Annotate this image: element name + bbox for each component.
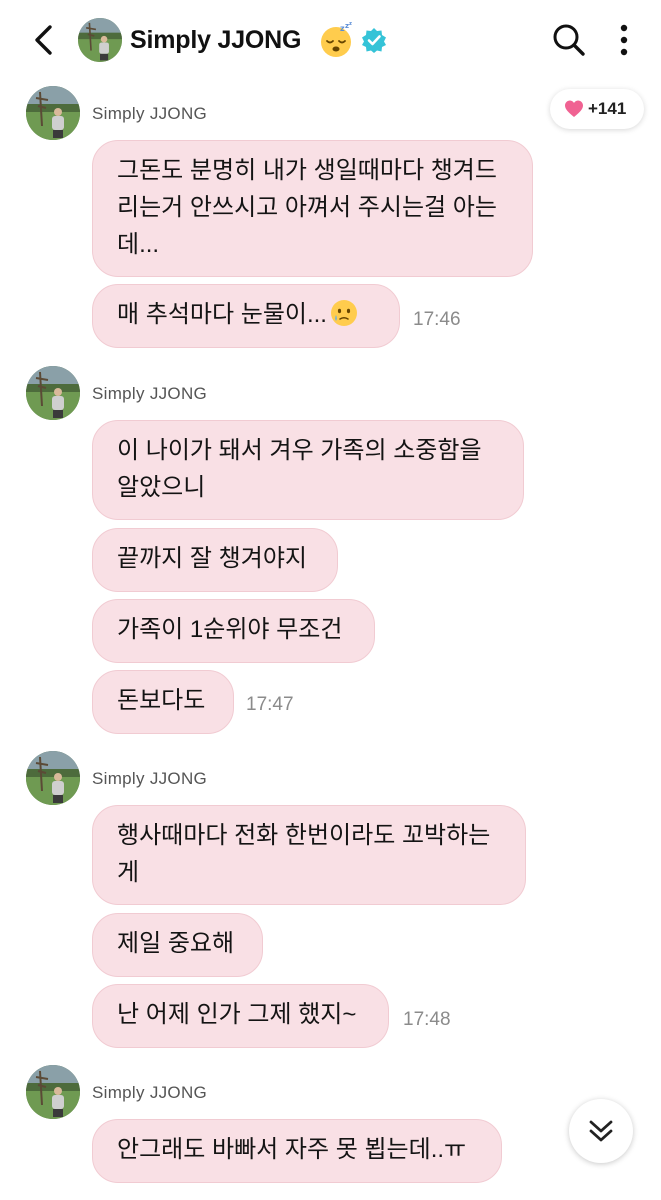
chat-header: Simply JJONG z z z	[0, 0, 661, 82]
profile-photo	[26, 1065, 80, 1119]
search-icon	[553, 24, 585, 56]
message-bubble[interactable]: 행사때마다 전화 한번이라도 꼬박하는게	[92, 805, 526, 905]
message-timestamp: 17:47	[246, 694, 294, 715]
sender-name: Simply JJONG	[92, 1083, 208, 1102]
avatar[interactable]	[26, 366, 80, 420]
sender-name: Simply JJONG	[92, 104, 208, 123]
verified-badge-icon	[362, 28, 386, 53]
heart-icon	[565, 100, 583, 117]
message-bubble[interactable]: 제일 중요해	[92, 913, 263, 977]
avatar[interactable]	[78, 18, 122, 62]
scroll-to-bottom-button[interactable]	[569, 1099, 633, 1163]
sender-name: Simply JJONG	[92, 769, 208, 788]
avatar[interactable]	[26, 86, 80, 140]
message-timestamp: 17:46	[413, 309, 461, 330]
avatar[interactable]	[26, 751, 80, 805]
message-bubble[interactable]: 이 나이가 돼서 겨우 가족의 소중함을 알았으니	[92, 420, 524, 520]
message-bubble[interactable]: 가족이 1순위야 무조건	[92, 599, 375, 663]
page-title: Simply JJONG	[130, 26, 302, 54]
more-options-button[interactable]	[612, 20, 636, 60]
message-bubble[interactable]: 안그래도 바빠서 자주 못 뵙는데..ㅠ	[92, 1119, 502, 1183]
profile-photo	[78, 18, 122, 62]
sleeping-face-emoji: z z z	[321, 22, 352, 57]
face-holding-back-tears-emoji	[330, 300, 357, 326]
profile-photo	[26, 751, 80, 805]
message-bubble[interactable]: 난 어제 인가 그제 했지~	[92, 984, 389, 1048]
more-vertical-icon	[620, 24, 628, 56]
double-chevron-down-icon	[589, 1120, 613, 1142]
search-button[interactable]	[550, 20, 588, 60]
message-text: 매 추석마다 눈물이...	[117, 301, 327, 328]
sender-name: Simply JJONG	[92, 384, 208, 403]
message-bubble[interactable]: 끝까지 잘 챙겨야지	[92, 528, 338, 592]
chevron-left-icon	[35, 25, 52, 55]
profile-photo	[26, 366, 80, 420]
reaction-count-badge[interactable]: +141	[550, 89, 644, 129]
message-timestamp: 17:48	[403, 1009, 451, 1030]
message-bubble[interactable]: 매 추석마다 눈물이...	[92, 284, 400, 348]
message-bubble[interactable]: 그돈도 분명히 내가 생일때마다 챙겨드리는거 안쓰시고 아껴서 주시는걸 아는…	[92, 140, 533, 277]
profile-photo	[26, 86, 80, 140]
message-bubble[interactable]: 돈보다도	[92, 670, 234, 734]
avatar[interactable]	[26, 1065, 80, 1119]
svg-text:z: z	[349, 22, 352, 27]
back-button[interactable]	[28, 20, 60, 60]
reaction-count: +141	[588, 99, 627, 118]
